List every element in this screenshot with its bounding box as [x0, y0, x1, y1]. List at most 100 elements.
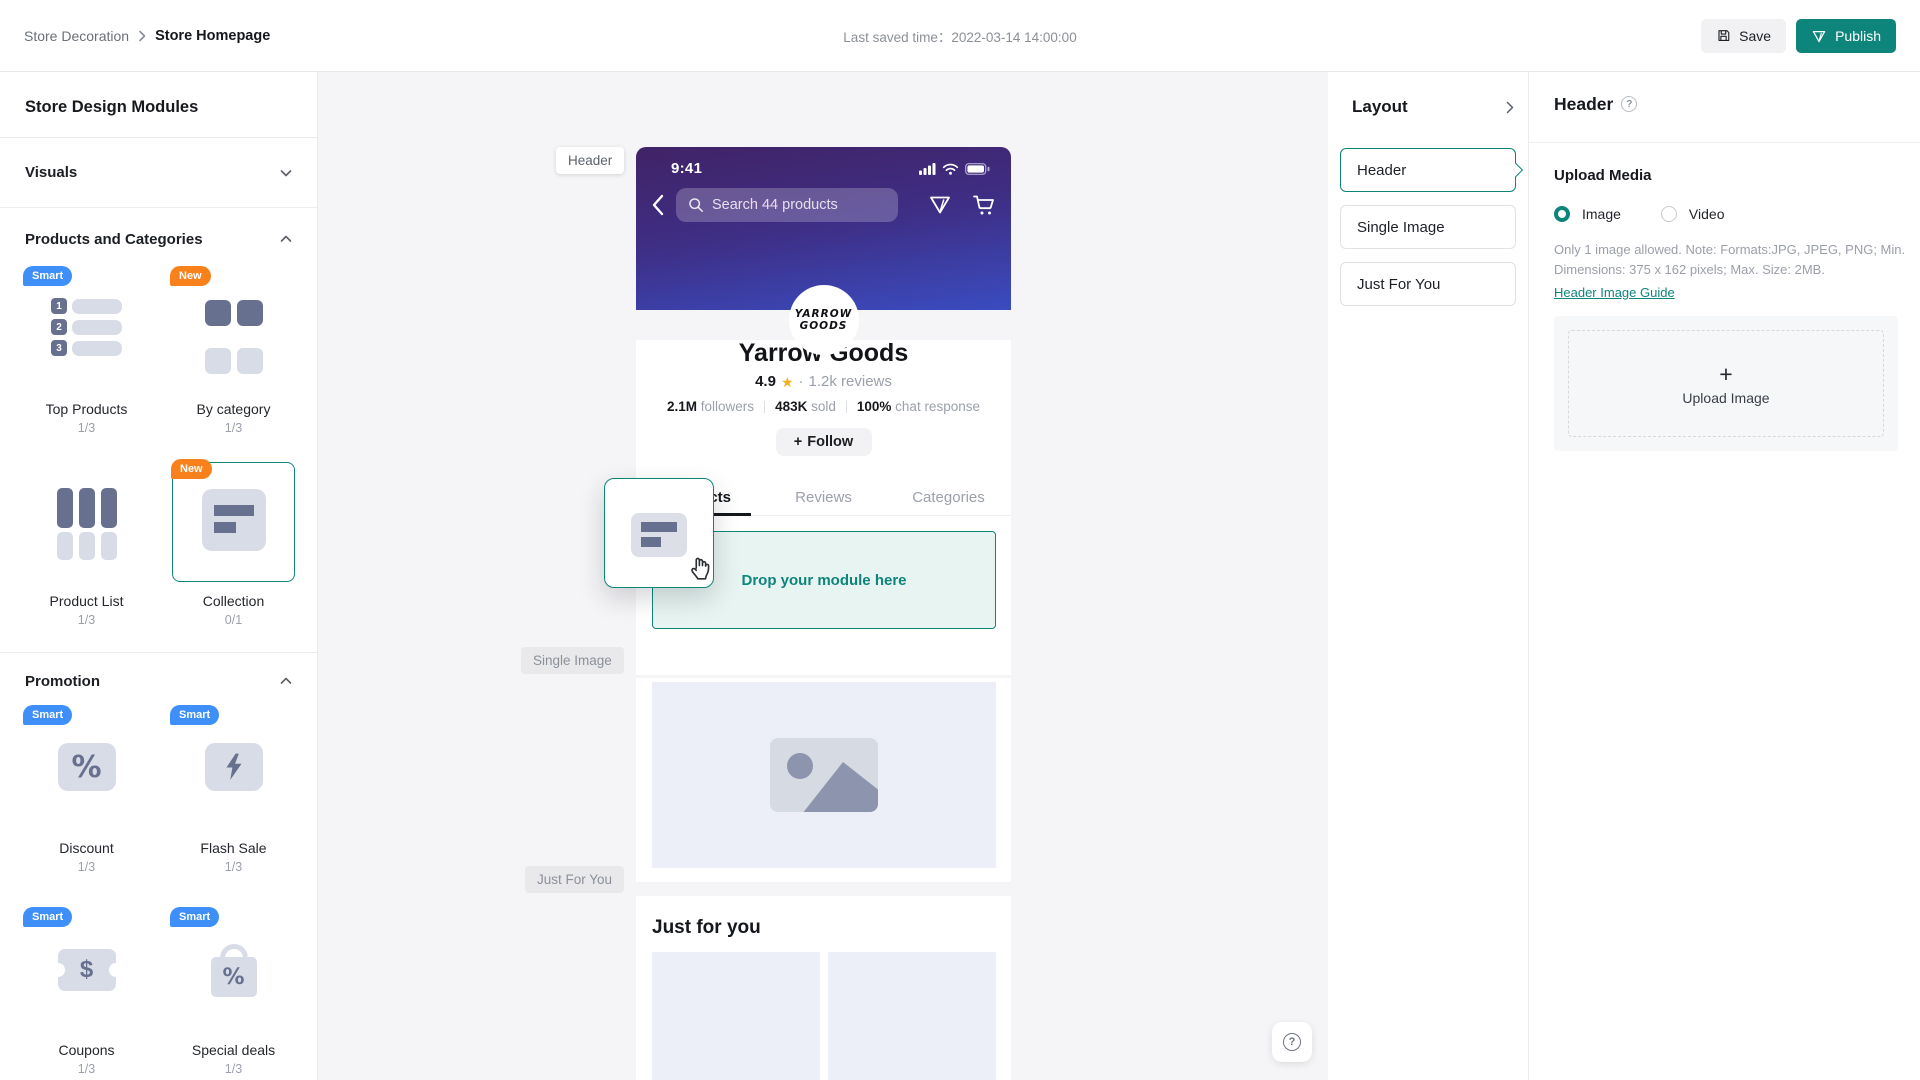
cellular-signal-icon [919, 162, 936, 175]
follow-button[interactable]: + Follow [775, 428, 872, 456]
save-button[interactable]: Save [1701, 18, 1787, 53]
status-time: 9:41 [671, 160, 703, 177]
collection-module-icon [631, 513, 687, 557]
smart-badge: Smart [23, 705, 73, 725]
help-icon: ? [1283, 1033, 1301, 1051]
section-visuals[interactable]: Visuals [0, 138, 317, 208]
product-placeholder-card [652, 952, 820, 1080]
publish-button[interactable]: Publish [1796, 18, 1896, 53]
image-placeholder-icon [770, 738, 878, 812]
section-products-categories[interactable]: Products and Categories [0, 208, 317, 270]
back-icon[interactable] [651, 194, 664, 216]
module-discount[interactable]: Smart % Discount 1/3 [23, 705, 148, 875]
tab-reviews[interactable]: Reviews [761, 480, 886, 515]
phone-just-for-you-module[interactable]: Just for you [636, 896, 1011, 1080]
cart-icon[interactable] [972, 194, 996, 216]
upload-image-dropzone[interactable]: + Upload Image [1568, 330, 1884, 437]
radio-video-label[interactable]: Video [1689, 206, 1725, 222]
header-settings-panel: Header ? Upload Media Image Video Only 1… [1528, 72, 1920, 1080]
chevron-right-icon[interactable] [1506, 101, 1514, 114]
media-type-radio-group: Image Video [1554, 205, 1920, 223]
info-icon[interactable]: ? [1621, 96, 1638, 112]
reviews-count: 1.2k reviews [808, 373, 892, 390]
chevron-up-icon [280, 235, 292, 242]
selected-pointer [1508, 162, 1524, 178]
save-button-label: Save [1739, 27, 1772, 44]
breadcrumb-store-decoration[interactable]: Store Decoration [24, 28, 129, 44]
module-coupons[interactable]: Smart $ Coupons 1/3 [23, 907, 148, 1077]
section-visuals-label: Visuals [25, 164, 78, 181]
radio-image[interactable] [1554, 206, 1570, 222]
upload-container: + Upload Image [1554, 316, 1898, 451]
phone-preview: 9:41 Search 44 products YARROW GOODS Yar… [636, 147, 1011, 1080]
layout-item-just-for-you[interactable]: Just For You [1340, 262, 1516, 306]
just-for-you-module-tag[interactable]: Just For You [525, 866, 625, 893]
topbar-actions: Save Publish [1701, 18, 1896, 53]
single-image-placeholder [652, 682, 996, 868]
phone-status-bar: 9:41 [651, 147, 996, 177]
module-special-deals[interactable]: Smart % Special deals 1/3 [170, 907, 295, 1077]
save-icon [1716, 28, 1731, 43]
module-by-category[interactable]: New By category 1/3 [170, 266, 295, 436]
upload-image-label: Upload Image [1682, 389, 1770, 406]
chevron-up-icon [280, 677, 292, 684]
search-input[interactable]: Search 44 products [676, 188, 898, 222]
product-list-icon [56, 488, 117, 582]
section-promotion[interactable]: Promotion [0, 653, 317, 709]
last-saved-time: Last saved time：2022-03-14 14:00:00 [843, 29, 1077, 45]
phone-nav-row: Search 44 products [651, 188, 996, 222]
upload-media-label: Upload Media [1554, 167, 1652, 184]
module-flash-sale[interactable]: Smart Flash Sale 1/3 [170, 705, 295, 875]
search-placeholder: Search 44 products [712, 197, 838, 213]
layout-item-header[interactable]: Header [1340, 148, 1524, 192]
share-icon[interactable] [929, 195, 951, 215]
publish-button-label: Publish [1835, 27, 1881, 44]
publish-icon [1811, 28, 1827, 44]
top-products-icon: 1 2 3 [51, 298, 122, 390]
header-image-guide-link[interactable]: Header Image Guide [1554, 284, 1920, 302]
breadcrumb: Store Decoration Store Homepage [24, 28, 270, 44]
smart-badge: Smart [23, 266, 73, 286]
by-category-icon [204, 300, 263, 390]
radio-image-label[interactable]: Image [1582, 206, 1621, 222]
collection-icon [201, 489, 266, 551]
phone-single-image-module[interactable] [636, 678, 1011, 882]
chevron-down-icon [280, 169, 292, 176]
special-deals-bag-icon: % [210, 957, 257, 997]
panel-divider [1529, 142, 1920, 143]
help-button[interactable]: ? [1272, 1022, 1312, 1062]
top-bar: Store Decoration Store Homepage Last sav… [0, 0, 1920, 72]
module-collection[interactable]: New Collection 0/1 [171, 459, 295, 628]
layout-panel: Layout Header Single Image Just For You [1328, 72, 1528, 1080]
store-decoration-app: Store Decoration Store Homepage Last sav… [0, 0, 1920, 1080]
coupon-ticket-icon: $ [57, 949, 116, 991]
store-logo: YARROW GOODS [788, 285, 859, 355]
smart-badge: Smart [23, 907, 73, 927]
single-image-module-tag[interactable]: Single Image [521, 647, 624, 674]
plus-icon: + [793, 434, 803, 450]
layout-item-single-image[interactable]: Single Image [1340, 205, 1516, 249]
drop-zone-text: Drop your module here [741, 571, 907, 589]
sidebar-title: Store Design Modules [0, 72, 317, 138]
header-module-tag[interactable]: Header [556, 147, 625, 174]
flash-sale-bolt-icon [204, 743, 263, 791]
new-badge: New [171, 459, 212, 479]
tab-categories[interactable]: Categories [886, 480, 1011, 515]
module-top-products[interactable]: Smart 1 2 3 Top Products 1/3 [23, 266, 148, 436]
modules-sidebar: Store Design Modules Visuals Products an… [0, 72, 318, 1080]
discount-percent-icon: % [57, 743, 116, 791]
breadcrumb-chevron-icon [138, 30, 146, 42]
upload-requirements-note: Only 1 image allowed. Note: Formats:JPG,… [1554, 242, 1906, 277]
module-product-list[interactable]: Product List 1/3 [25, 462, 148, 628]
collection-selected-card: New [171, 459, 295, 582]
section-products-label: Products and Categories [25, 230, 203, 248]
plus-icon: + [1719, 360, 1733, 387]
promotion-modules-grid: Smart % Discount 1/3 Smart Flash Sale 1/… [0, 705, 317, 1077]
header-panel-title: Header [1554, 93, 1614, 114]
dragged-collection-module[interactable] [604, 478, 714, 588]
new-badge: New [170, 266, 211, 286]
store-stats: 2.1M followers 483K sold 100% chat respo… [667, 399, 980, 414]
search-icon [689, 198, 703, 212]
radio-video[interactable] [1660, 206, 1677, 222]
smart-badge: Smart [170, 705, 220, 725]
